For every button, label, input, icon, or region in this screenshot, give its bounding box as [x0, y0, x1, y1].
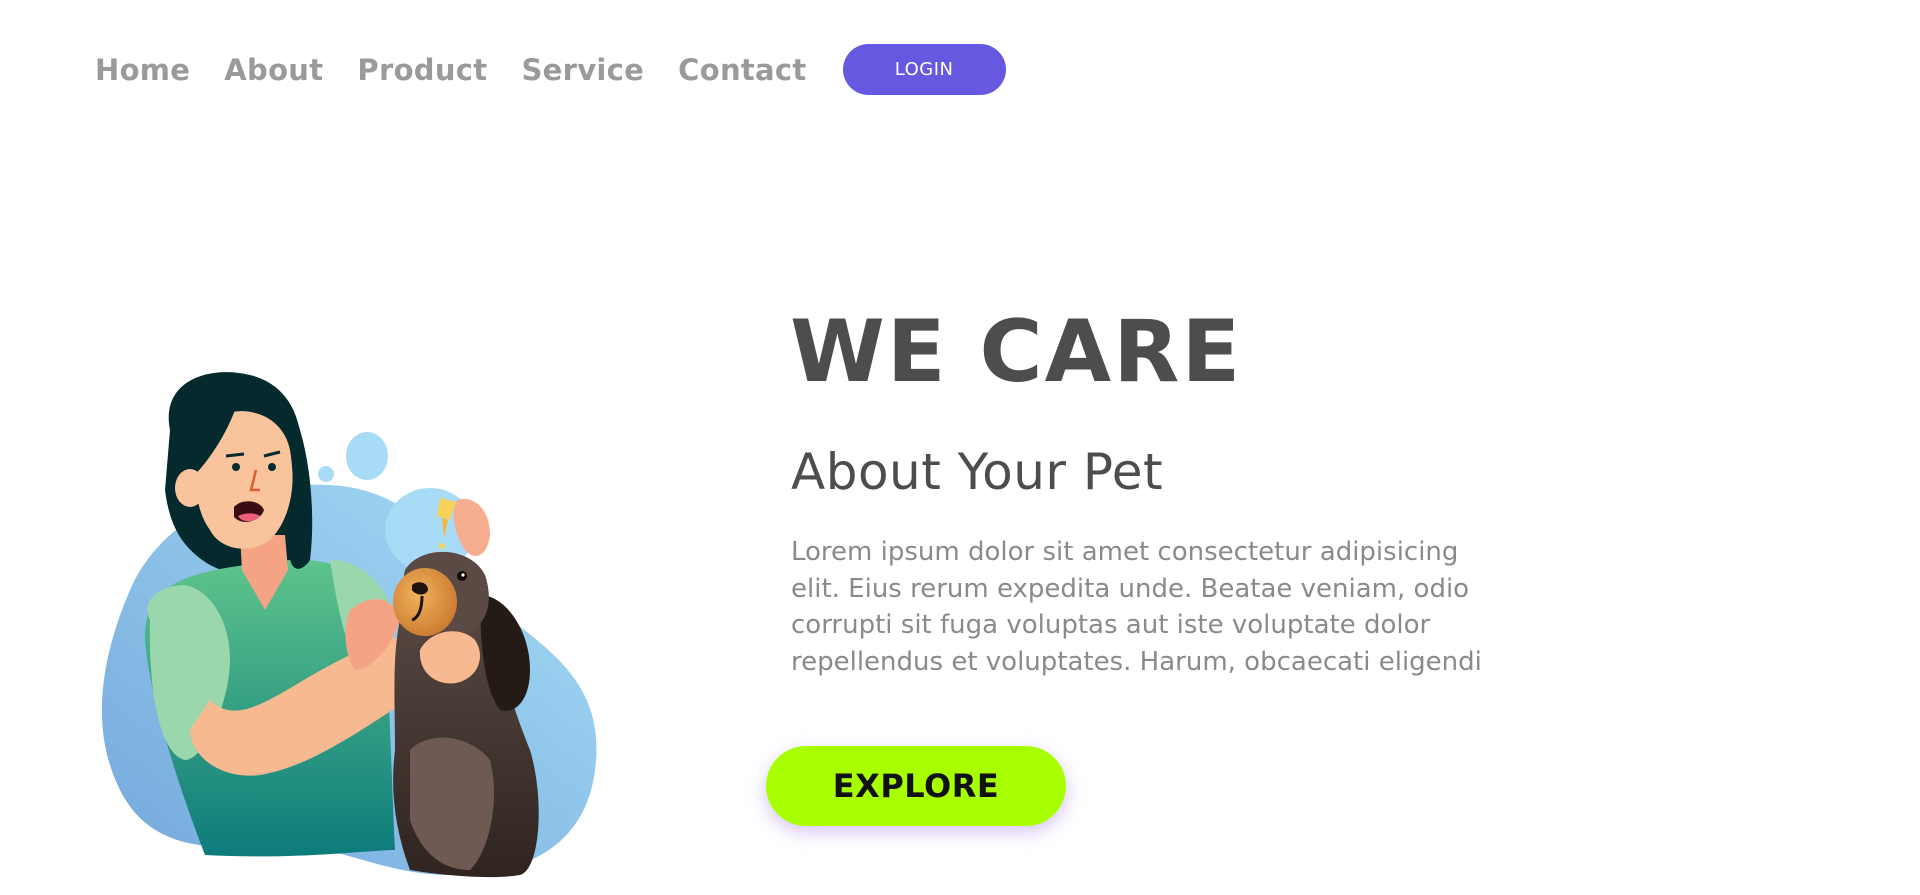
hero-description: Lorem ipsum dolor sit amet consectetur a… — [791, 534, 1483, 684]
hero-description-line: corrupti sit fuga voluptas aut iste volu… — [791, 610, 1431, 640]
explore-button[interactable]: EXPLORE — [766, 746, 1066, 826]
hero-subtitle: About Your Pet — [791, 443, 1164, 501]
woman-eye — [268, 463, 276, 471]
hero-title: WE CARE — [790, 302, 1243, 402]
nav-contact[interactable]: Contact — [678, 48, 806, 92]
nav-home[interactable]: Home — [95, 48, 190, 92]
login-button[interactable]: LOGIN — [842, 44, 1006, 95]
nav-about[interactable]: About — [224, 48, 323, 92]
bubble — [346, 432, 388, 480]
woman-eye — [232, 463, 240, 471]
woman-ear — [175, 469, 205, 507]
woman-with-dog-illustration — [101, 372, 597, 878]
main-nav: Home About Product Service Contact LOGIN — [95, 44, 1006, 95]
hero-description-line: Lorem ipsum dolor sit amet consectetur a… — [791, 537, 1459, 567]
dog-muzzle — [393, 568, 457, 636]
bubble — [318, 466, 334, 482]
hero-description-line: repellendus et voluptates. Harum, obcaec… — [791, 646, 1482, 677]
hero-description-line: elit. Eius rerum expedita unde. Beatae v… — [791, 573, 1470, 604]
nav-service[interactable]: Service — [521, 48, 644, 92]
nav-product[interactable]: Product — [357, 48, 487, 92]
